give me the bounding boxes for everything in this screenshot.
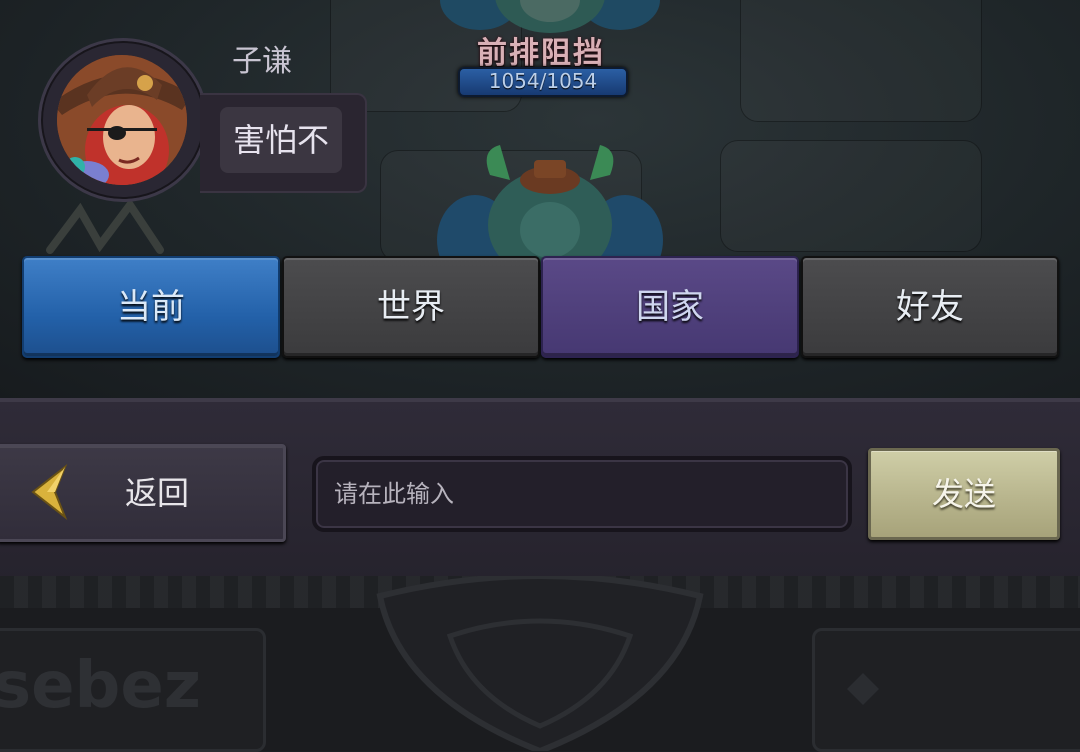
channel-tabs: 当前 世界 国家 好友 [22, 256, 1060, 358]
back-button[interactable]: 返回 [0, 444, 286, 542]
ornament-emblem-icon [376, 576, 704, 751]
avatar [57, 55, 187, 185]
tab-nation[interactable]: 国家 [541, 256, 799, 358]
tab-friends[interactable]: 好友 [801, 256, 1059, 358]
chat-message-text: 害怕不 [220, 107, 342, 173]
tab-current[interactable]: 当前 [22, 256, 280, 358]
scene-tile [720, 140, 982, 252]
chat-input-panel: 返回 发送 [0, 398, 1080, 584]
pirate-character-icon [57, 55, 187, 185]
back-button-label: 返回 [125, 474, 190, 512]
right-banner [812, 628, 1080, 752]
hp-text: 1054/1054 [488, 69, 598, 93]
hp-bar: 1054/1054 [458, 67, 628, 97]
sender-avatar-frame[interactable] [38, 38, 208, 202]
chat-bubble: 害怕不 [200, 93, 367, 193]
chevron-left-icon [31, 463, 68, 521]
left-banner-text: sebez [0, 649, 201, 723]
tab-world[interactable]: 世界 [282, 256, 540, 358]
chat-message-input[interactable] [312, 456, 852, 532]
sender-name: 子谦 [232, 44, 292, 79]
scene-tile [740, 0, 982, 122]
unit-name: 前排阻挡 [477, 36, 605, 71]
monster-mid-sprite [437, 145, 663, 270]
bottom-decoration: sebez [0, 576, 1080, 752]
left-banner: sebez [0, 628, 266, 752]
diamond-icon [847, 673, 879, 705]
send-button[interactable]: 发送 [868, 448, 1060, 540]
